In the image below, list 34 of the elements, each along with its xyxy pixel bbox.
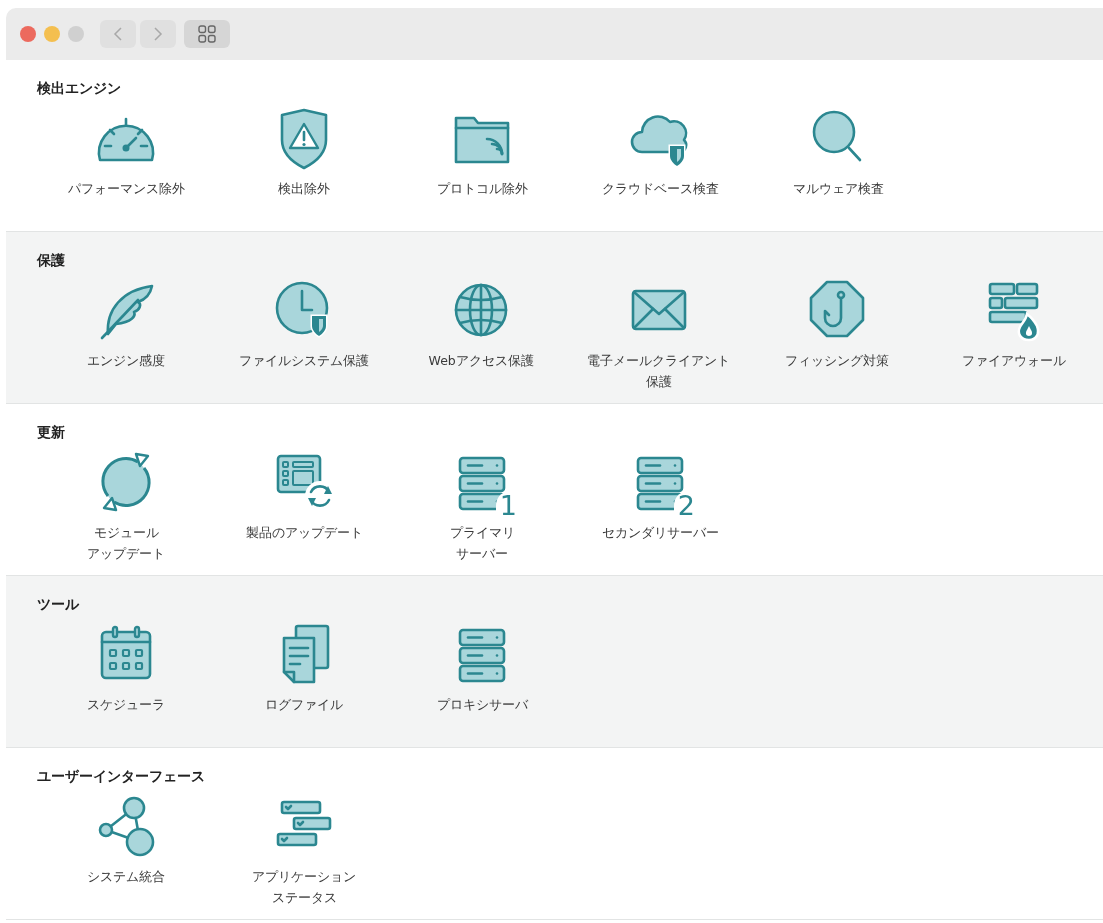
preference-item[interactable]: 検出除外 [215,106,393,199]
grid-icon [198,25,216,43]
preference-item[interactable]: マルウェア検査 [749,106,927,199]
preference-item[interactable]: 1 プライマリサーバー [393,450,571,564]
preference-item[interactable]: フィッシング対策 [747,278,926,392]
preference-item[interactable]: エンジン感度 [37,278,215,392]
chevron-left-icon [113,26,123,42]
section-title: 更新 [37,423,65,442]
preference-item[interactable]: システム統合 [37,794,215,908]
preference-item[interactable]: アプリケーションステータス [215,794,393,908]
preference-item[interactable]: プロトコル除外 [393,106,571,199]
preference-item[interactable]: クラウドベース検査 [571,106,749,199]
preference-item[interactable]: ファイルシステム保護 [214,278,393,392]
preference-item[interactable]: 2 セカンダリサーバー [571,450,749,564]
grid-view-button[interactable] [184,20,230,48]
preference-item[interactable]: モジュールアップデート [37,450,215,564]
preference-item[interactable]: Webアクセス保護 [392,278,570,392]
section-title: ユーザーインターフェース [37,767,205,786]
preference-item[interactable]: 電子メールクライアント保護 [570,278,748,392]
section-title: 検出エンジン [37,79,121,98]
back-button[interactable] [100,20,136,48]
zoom-button[interactable] [68,26,84,42]
preference-item[interactable]: 製品のアップデート [215,450,393,564]
minimize-button[interactable] [44,26,60,42]
preference-item[interactable]: ファイアウォール [925,278,1103,392]
preference-item[interactable]: ログファイル [215,622,393,715]
forward-button[interactable] [140,20,176,48]
preference-item[interactable]: プロキシサーバ [393,622,571,715]
preference-item[interactable]: パフォーマンス除外 [37,106,215,199]
close-button[interactable] [20,26,36,42]
chevron-right-icon [153,26,163,42]
preference-item[interactable]: スケジューラ [37,622,215,715]
section-title: 保護 [37,251,65,270]
section-title: ツール [37,595,79,614]
